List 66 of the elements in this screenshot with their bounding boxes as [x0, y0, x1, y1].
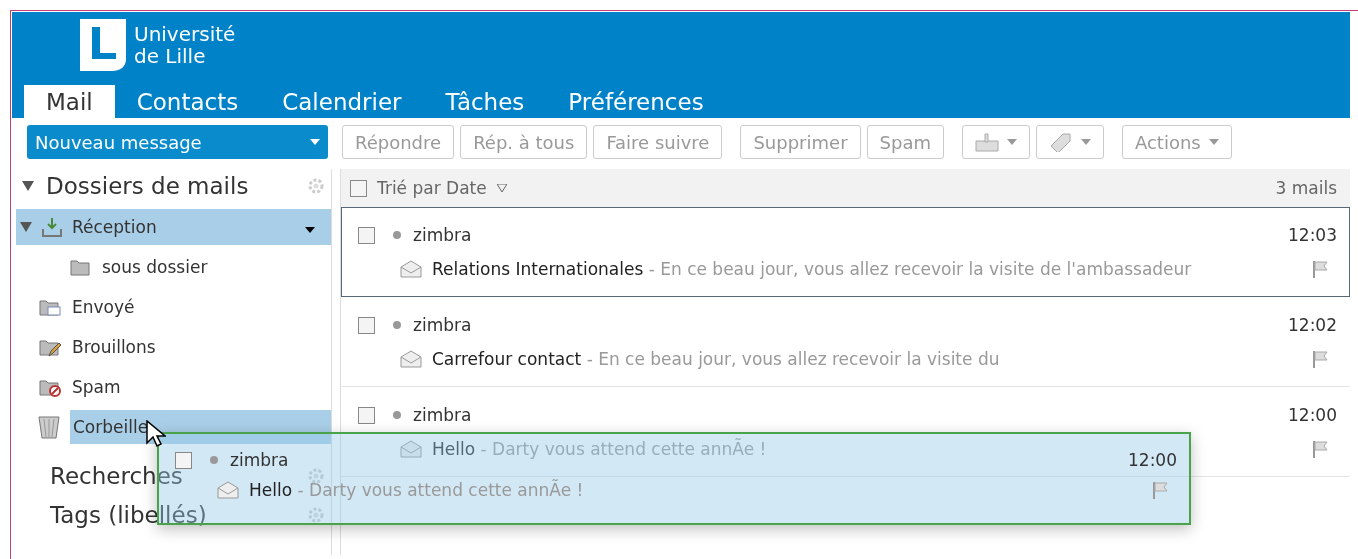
folder-envelope-icon: [38, 297, 62, 317]
caret-icon: [1080, 139, 1091, 145]
mail-time: 12:00: [1288, 405, 1337, 425]
folder-icon: [68, 257, 92, 277]
checkbox[interactable]: [358, 406, 375, 424]
settings-icon[interactable]: [307, 177, 325, 195]
nav-tab[interactable]: Préférences: [546, 85, 726, 118]
checkbox[interactable]: [358, 316, 375, 334]
nav-tab[interactable]: Contacts: [114, 85, 261, 118]
folder-item-selected[interactable]: Réception: [16, 209, 331, 245]
cursor-icon: [146, 420, 166, 450]
folder-blocked-icon: [38, 377, 62, 397]
sender-name: zimbra: [413, 225, 472, 245]
status-dot: [210, 456, 218, 464]
mail-summary: Hello - Darty vous attend cette annÃe !: [432, 439, 767, 459]
settings-icon[interactable]: [307, 505, 325, 524]
tag-icon: [1048, 132, 1073, 152]
mail-time: 12:03: [1288, 225, 1337, 245]
folder-label[interactable]: sous dossier: [102, 250, 208, 284]
envelope-icon: [400, 350, 422, 368]
status-dot: [393, 231, 401, 239]
trash-icon: [38, 415, 60, 439]
mail-time: 12:00: [1128, 450, 1177, 470]
logo-text: Université de Lille: [134, 23, 236, 67]
nav-tab[interactable]: Calendrier: [260, 85, 424, 118]
flag-icon[interactable]: [1311, 260, 1329, 278]
flag-icon[interactable]: [1151, 481, 1169, 499]
checkbox[interactable]: [358, 226, 375, 244]
caret-icon: [1208, 139, 1219, 145]
envelope-icon: [217, 481, 239, 499]
caret-icon: [305, 227, 315, 233]
folder-label[interactable]: Spam: [72, 370, 121, 404]
mail-count: 3 mails: [1275, 178, 1337, 198]
folder-label[interactable]: Envoyé: [72, 290, 135, 324]
sender-name: zimbra: [230, 450, 289, 470]
nav-tab[interactable]: Mail: [24, 85, 115, 118]
section-title: Dossiers de mails: [46, 173, 249, 199]
folder-pencil-icon: [38, 337, 62, 357]
tray-icon: [974, 132, 999, 152]
mail-row[interactable]: zimbra 12:03 Relations Internationales - En ce beau jour, vous allez recevoir la visite de l'ambassadeur: [341, 207, 1350, 297]
flag-icon[interactable]: [1311, 350, 1329, 368]
collapse-icon[interactable]: [22, 181, 34, 191]
status-dot: [393, 411, 401, 419]
caret-icon: [1006, 139, 1017, 145]
new-message-button[interactable]: Nouveau message: [27, 125, 328, 159]
envelope-icon: [400, 440, 422, 458]
mail-summary: Hello - Darty vous attend cette annÃe !: [249, 480, 584, 500]
settings-icon[interactable]: [307, 466, 325, 485]
sort-label[interactable]: Trié par Date: [377, 178, 487, 198]
flag-icon[interactable]: [1311, 440, 1329, 458]
sender-name: zimbra: [413, 315, 472, 335]
sort-icon[interactable]: [496, 184, 507, 192]
folder-label[interactable]: Brouillons: [72, 330, 156, 364]
inbox-icon: [42, 217, 62, 237]
caret-icon: [310, 139, 320, 145]
select-all-checkbox[interactable]: [350, 179, 367, 197]
envelope-icon: [400, 260, 422, 278]
mail-summary: Carrefour contact - En ce beau jour, vous allez recevoir la visite du: [432, 349, 1000, 369]
logo-icon: [80, 19, 126, 71]
folder-label[interactable]: Réception: [72, 210, 157, 244]
mail-summary: Relations Internationales - En ce beau jour, vous allez recevoir la visite de l'ambassadeur: [432, 259, 1192, 279]
nav-tab[interactable]: Tâches: [423, 85, 547, 118]
collapse-icon[interactable]: [20, 222, 32, 232]
status-dot: [393, 321, 401, 329]
sender-name: zimbra: [413, 405, 472, 425]
mail-time: 12:02: [1288, 315, 1337, 335]
